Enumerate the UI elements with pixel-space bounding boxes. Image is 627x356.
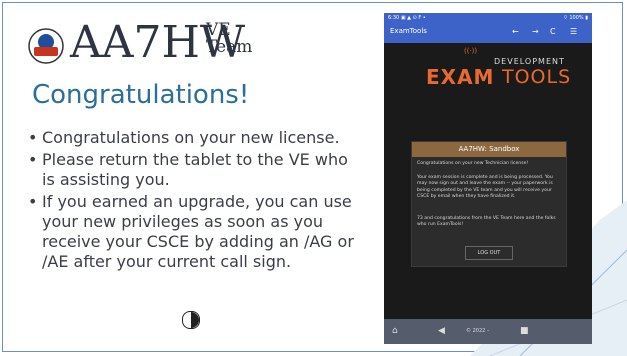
back-triangle-icon[interactable]: ◀ bbox=[438, 326, 445, 336]
back-arrow-icon[interactable]: ← bbox=[512, 27, 519, 36]
completion-dialog: AA7HW: Sandbox Congratulations on your n… bbox=[411, 141, 567, 267]
android-nav-bar: ⌂ ◀ © 2022 – ■ bbox=[384, 319, 592, 344]
status-bar: 6:30 ▣ ▲ ⊙ F • ⌔ 100% ▮ bbox=[384, 13, 592, 23]
menu-icon[interactable]: ☰ bbox=[570, 27, 577, 36]
app-bar: ExamTools ← → C ☰ bbox=[384, 23, 592, 43]
copyright-text: © 2022 – bbox=[466, 328, 490, 334]
dialog-header: AA7HW: Sandbox bbox=[412, 142, 566, 157]
brand-ve-team: VE Team bbox=[206, 22, 252, 56]
bullet-item: • Congratulations on your new license. bbox=[28, 128, 358, 148]
logout-button[interactable]: LOG OUT bbox=[465, 246, 513, 260]
bullet-dot: • bbox=[28, 150, 38, 169]
app-title: ExamTools bbox=[390, 27, 427, 35]
bullet-list: • Congratulations on your new license. • P… bbox=[28, 128, 358, 274]
bullet-text: Please return the tablet to the VE who i… bbox=[42, 150, 348, 189]
dialog-text-1: Congratulations on your new Technician l… bbox=[417, 161, 529, 166]
logo-development: DEVELOPMENT bbox=[494, 57, 565, 66]
ham-logo-icon bbox=[28, 28, 64, 64]
bullet-text: If you earned an upgrade, you can use yo… bbox=[42, 192, 354, 271]
bullet-dot: • bbox=[28, 128, 38, 147]
logo-tools: TOOLS bbox=[502, 66, 572, 88]
toggle-half bbox=[191, 312, 199, 328]
logo-exam: EXAM bbox=[426, 65, 495, 89]
bullet-item: • Please return the tablet to the VE who … bbox=[28, 150, 358, 190]
brand-suffix-team: Team bbox=[206, 37, 253, 57]
dialog-text-2: Your exam session is complete and is bei… bbox=[417, 175, 553, 200]
slide-title: Congratulations! bbox=[32, 80, 250, 110]
bullet-dot: • bbox=[28, 192, 38, 211]
square-icon[interactable]: ■ bbox=[520, 326, 529, 336]
bullet-text: Congratulations on your new license. bbox=[42, 128, 340, 147]
examtools-logo: ((·)) DEVELOPMENT EXAM TOOLS bbox=[384, 43, 592, 103]
status-right: ⌔ 100% ▮ bbox=[563, 15, 588, 21]
bullet-item: • If you earned an upgrade, you can use y… bbox=[28, 192, 358, 272]
tablet-screenshot: 6:30 ▣ ▲ ⊙ F • ⌔ 100% ▮ ExamTools ← → C … bbox=[384, 13, 592, 344]
theme-toggle-icon[interactable] bbox=[182, 311, 200, 329]
signal-icon: ((·)) bbox=[464, 47, 478, 55]
home-icon[interactable]: ⌂ bbox=[392, 326, 398, 336]
reload-icon[interactable]: C bbox=[550, 27, 556, 36]
status-left: 6:30 ▣ ▲ ⊙ F • bbox=[388, 15, 426, 21]
forward-arrow-icon[interactable]: → bbox=[532, 27, 539, 36]
dialog-text-3: 73 and congratulations from the VE Team … bbox=[417, 216, 556, 228]
slide: AA7HW VE Team Congratulations! • Congratu… bbox=[0, 0, 627, 356]
